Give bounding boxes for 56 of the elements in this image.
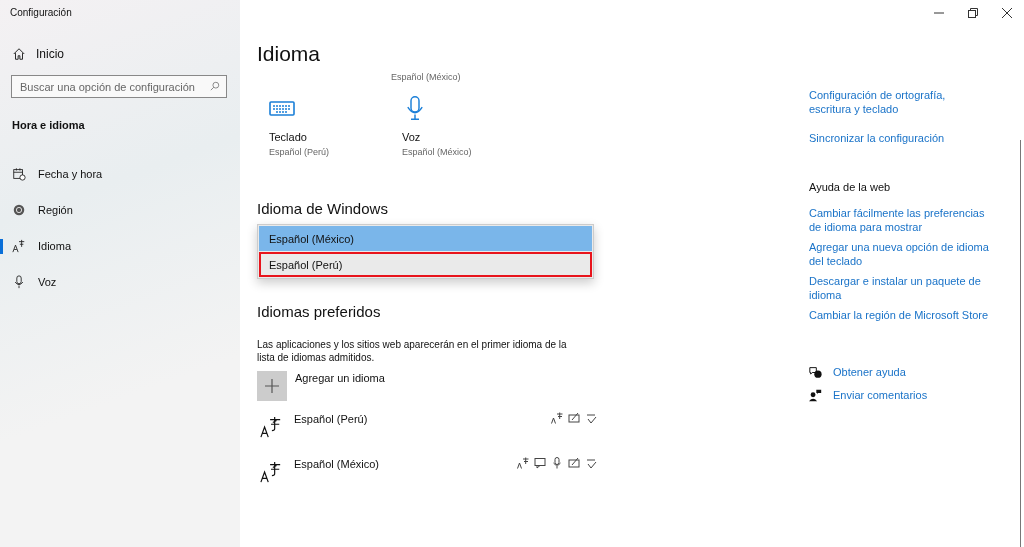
section-heading: Hora e idioma	[12, 119, 85, 131]
help-bubble-icon	[809, 365, 822, 379]
search-field[interactable]: Buscar una opción de configuración	[11, 75, 227, 98]
tile-label: Voz	[402, 131, 422, 143]
tile-value: Español (Perú)	[269, 147, 331, 157]
home-icon	[12, 47, 26, 61]
setting-value: Español (México)	[391, 72, 462, 82]
section-heading: Idiomas preferidos	[257, 303, 382, 320]
spell-check-icon	[585, 457, 597, 469]
language-icon	[12, 239, 26, 253]
language-name: Español (México)	[294, 458, 379, 470]
setting-tile[interactable]: Teclado Español (Perú)	[257, 96, 390, 157]
language-icon	[260, 460, 282, 484]
spell-check-icon	[585, 412, 597, 424]
speech-bubble-icon	[534, 457, 546, 469]
tile-value: Español (México)	[402, 147, 473, 157]
nav-item[interactable]: Región	[0, 192, 240, 228]
help-link[interactable]: Cambiar fácilmente las preferencias de idioma para mostrar	[809, 206, 994, 234]
close-icon	[1002, 7, 1012, 18]
calendar-clock-icon	[12, 167, 26, 181]
action-link[interactable]: Obtener ayuda	[833, 365, 906, 379]
help-link[interactable]: Cambiar la región de Microsoft Store	[809, 308, 994, 322]
search-icon	[210, 81, 220, 91]
restore-icon	[968, 7, 978, 18]
action-link[interactable]: Enviar comentarios	[833, 388, 928, 402]
related-link[interactable]: Configuración de ortografía, escritura y teclado	[809, 88, 989, 116]
nav-item[interactable]: Voz	[0, 264, 240, 300]
nav-item[interactable]: Fecha y hora	[0, 156, 240, 192]
setting-tile[interactable]: Voz Español (México)	[390, 96, 523, 157]
page-title: Idioma	[257, 42, 322, 66]
pen-icon	[568, 457, 580, 469]
related-link[interactable]: Sincronizar la configuración	[809, 131, 989, 145]
feedback-icon	[809, 388, 822, 402]
help-link[interactable]: Agregar una nueva opción de idioma del teclado	[809, 240, 994, 268]
microphone-icon	[12, 275, 26, 289]
section-heading: Idioma de Windows	[257, 200, 389, 217]
language-item[interactable]: Español (Perú)	[257, 411, 597, 456]
tile-label: Teclado	[269, 131, 308, 143]
pen-icon	[568, 412, 580, 424]
language-icon	[551, 412, 563, 424]
help-link[interactable]: Descargar e instalar un paquete de idioma	[809, 274, 994, 302]
language-item[interactable]: Español (México)	[257, 456, 597, 501]
language-name: Español (Perú)	[294, 413, 368, 425]
language-icon	[260, 415, 282, 439]
language-icon	[517, 457, 529, 469]
dropdown-option[interactable]: Español (México)	[259, 226, 592, 251]
section-heading: Ayuda de la web	[809, 181, 891, 193]
add-language-label[interactable]: Agregar un idioma	[295, 372, 385, 384]
globe-icon	[12, 203, 26, 217]
dropdown-option[interactable]: Español (Perú)	[259, 252, 592, 277]
nav-item[interactable]: Idioma	[0, 228, 240, 264]
description-text: Las aplicaciones y los sitios web aparecerán en el primer idioma de la lista de idiomas admitidos.	[257, 338, 568, 364]
plus-icon	[265, 379, 279, 393]
home-link[interactable]: Inicio	[12, 47, 64, 61]
microphone-icon	[551, 457, 563, 469]
window-title: Configuración	[9, 6, 73, 20]
